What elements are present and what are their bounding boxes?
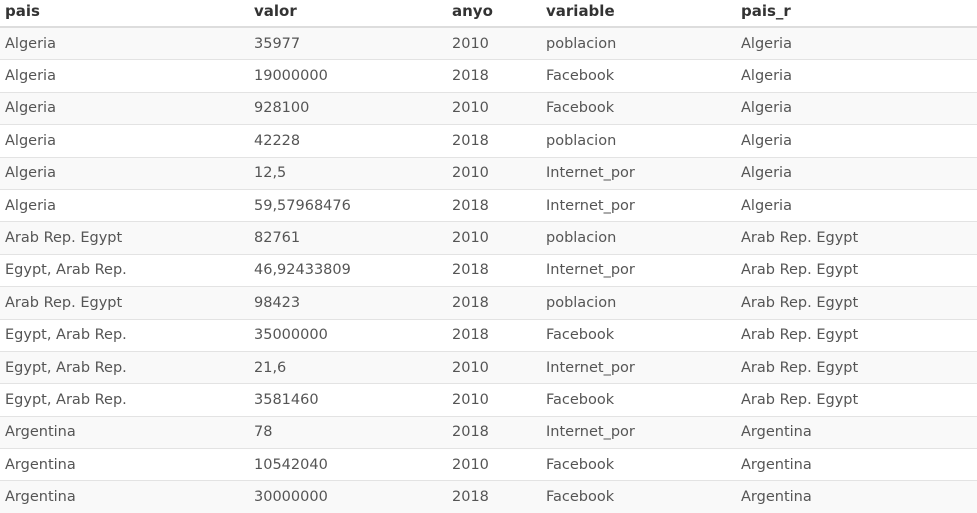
column-header-pais[interactable]: pais <box>0 0 249 28</box>
table-cell-pais: Algeria <box>0 26 249 60</box>
table-row: Algeria 42228 2018 poblacion Algeria <box>0 124 977 158</box>
table-cell-anyo: 2018 <box>447 286 541 320</box>
table-cell-pais: Arab Rep. Egypt <box>0 221 249 255</box>
table-cell-variable: Facebook <box>541 383 736 417</box>
table-cell-valor: 78 <box>249 415 447 449</box>
table-cell-anyo: 2018 <box>447 415 541 449</box>
table-cell-valor: 3581460 <box>249 383 447 417</box>
table-cell-pais-r: Algeria <box>736 59 977 93</box>
table-cell-pais: Egypt, Arab Rep. <box>0 383 249 417</box>
table-cell-pais: Argentina <box>0 415 249 449</box>
table-cell-pais: Argentina <box>0 448 249 481</box>
table-cell-pais: Egypt, Arab Rep. <box>0 350 249 384</box>
table-cell-variable: Facebook <box>541 448 736 481</box>
table-cell-anyo: 2010 <box>447 91 541 125</box>
table-cell-anyo: 2010 <box>447 350 541 384</box>
table-cell-variable: poblacion <box>541 286 736 320</box>
table-row: Algeria 928100 2010 Facebook Algeria <box>0 91 977 125</box>
table-cell-variable: Facebook <box>541 318 736 352</box>
table-cell-anyo: 2010 <box>447 156 541 190</box>
table-row: Arab Rep. Egypt 98423 2018 poblacion Arab Re… <box>0 286 977 320</box>
table-cell-valor: 21,6 <box>249 350 447 384</box>
table-cell-pais: Algeria <box>0 91 249 125</box>
table-cell-pais: Argentina <box>0 480 249 513</box>
table-cell-variable: Internet_por <box>541 350 736 384</box>
table-cell-variable: poblacion <box>541 221 736 255</box>
column-header-variable[interactable]: variable <box>541 0 736 28</box>
table-cell-pais: Egypt, Arab Rep. <box>0 318 249 352</box>
table-cell-pais: Egypt, Arab Rep. <box>0 253 249 287</box>
table-cell-anyo: 2010 <box>447 221 541 255</box>
table-cell-pais-r: Algeria <box>736 156 977 190</box>
table-cell-anyo: 2010 <box>447 383 541 417</box>
table-cell-valor: 10542040 <box>249 448 447 481</box>
table-cell-anyo: 2018 <box>447 253 541 287</box>
table-cell-pais-r: Arab Rep. Egypt <box>736 318 977 352</box>
table-cell-pais-r: Arab Rep. Egypt <box>736 253 977 287</box>
table-body: Algeria 35977 2010 poblacion Algeria Algeria 1… <box>0 26 977 513</box>
column-header-pais-r[interactable]: pais_r <box>736 0 977 28</box>
table-cell-variable: poblacion <box>541 26 736 60</box>
column-header-valor[interactable]: valor <box>249 0 447 28</box>
table-cell-pais-r: Algeria <box>736 26 977 60</box>
table-cell-valor: 19000000 <box>249 59 447 93</box>
column-header-anyo[interactable]: anyo <box>447 0 541 28</box>
table-cell-valor: 35977 <box>249 26 447 60</box>
table-row: Argentina 30000000 2018 Facebook Argentina <box>0 480 977 513</box>
table-cell-variable: Internet_por <box>541 156 736 190</box>
table-row: Egypt, Arab Rep. 3581460 2010 Facebook Arab … <box>0 383 977 417</box>
table-cell-valor: 35000000 <box>249 318 447 352</box>
table-cell-pais: Arab Rep. Egypt <box>0 286 249 320</box>
table-cell-variable: Facebook <box>541 91 736 125</box>
table-cell-anyo: 2018 <box>447 59 541 93</box>
table-cell-pais-r: Arab Rep. Egypt <box>736 286 977 320</box>
table-cell-pais-r: Algeria <box>736 188 977 222</box>
data-table: pais valor anyo variable pais_r Algeria 3… <box>0 0 977 513</box>
table-row: Egypt, Arab Rep. 35000000 2018 Facebook Arab… <box>0 318 977 352</box>
table-cell-pais-r: Algeria <box>736 91 977 125</box>
table-cell-valor: 12,5 <box>249 156 447 190</box>
table-row: Argentina 78 2018 Internet_por Argentina <box>0 415 977 449</box>
table-row: Egypt, Arab Rep. 21,6 2010 Internet_por Arab… <box>0 350 977 384</box>
table-cell-variable: Internet_por <box>541 415 736 449</box>
table-row: Argentina 10542040 2010 Facebook Argentina <box>0 448 977 481</box>
header-row: pais valor anyo variable pais_r <box>0 0 977 28</box>
table-cell-pais-r: Arab Rep. Egypt <box>736 350 977 384</box>
table-cell-anyo: 2018 <box>447 124 541 158</box>
table-cell-variable: Internet_por <box>541 253 736 287</box>
table-row: Arab Rep. Egypt 82761 2010 poblacion Arab Re… <box>0 221 977 255</box>
table-cell-valor: 928100 <box>249 91 447 125</box>
table-cell-pais-r: Argentina <box>736 415 977 449</box>
table-cell-pais: Algeria <box>0 124 249 158</box>
table-cell-valor: 59,57968476 <box>249 188 447 222</box>
table-row: Egypt, Arab Rep. 46,92433809 2018 Internet_… <box>0 253 977 287</box>
table-cell-valor: 46,92433809 <box>249 253 447 287</box>
table-cell-anyo: 2018 <box>447 188 541 222</box>
table-cell-anyo: 2010 <box>447 26 541 60</box>
table-cell-anyo: 2018 <box>447 318 541 352</box>
table-cell-valor: 98423 <box>249 286 447 320</box>
table-cell-pais: Algeria <box>0 156 249 190</box>
table-cell-valor: 82761 <box>249 221 447 255</box>
table-cell-pais-r: Arab Rep. Egypt <box>736 383 977 417</box>
table-cell-anyo: 2018 <box>447 480 541 513</box>
table-cell-variable: poblacion <box>541 124 736 158</box>
table-cell-pais-r: Argentina <box>736 448 977 481</box>
table-cell-pais-r: Argentina <box>736 480 977 513</box>
table-cell-variable: Facebook <box>541 59 736 93</box>
table-row: Algeria 12,5 2010 Internet_por Algeria <box>0 156 977 190</box>
table-header: pais valor anyo variable pais_r <box>0 0 977 28</box>
table-cell-anyo: 2010 <box>447 448 541 481</box>
table-row: Algeria 19000000 2018 Facebook Algeria <box>0 59 977 93</box>
table-cell-valor: 42228 <box>249 124 447 158</box>
table-cell-pais-r: Algeria <box>736 124 977 158</box>
table-cell-variable: Facebook <box>541 480 736 513</box>
table-cell-pais: Algeria <box>0 59 249 93</box>
table-cell-pais-r: Arab Rep. Egypt <box>736 221 977 255</box>
table-cell-pais: Algeria <box>0 188 249 222</box>
table-cell-valor: 30000000 <box>249 480 447 513</box>
table-cell-variable: Internet_por <box>541 188 736 222</box>
table-row: Algeria 35977 2010 poblacion Algeria <box>0 26 977 60</box>
table-row: Algeria 59,57968476 2018 Internet_por Algeri… <box>0 188 977 222</box>
